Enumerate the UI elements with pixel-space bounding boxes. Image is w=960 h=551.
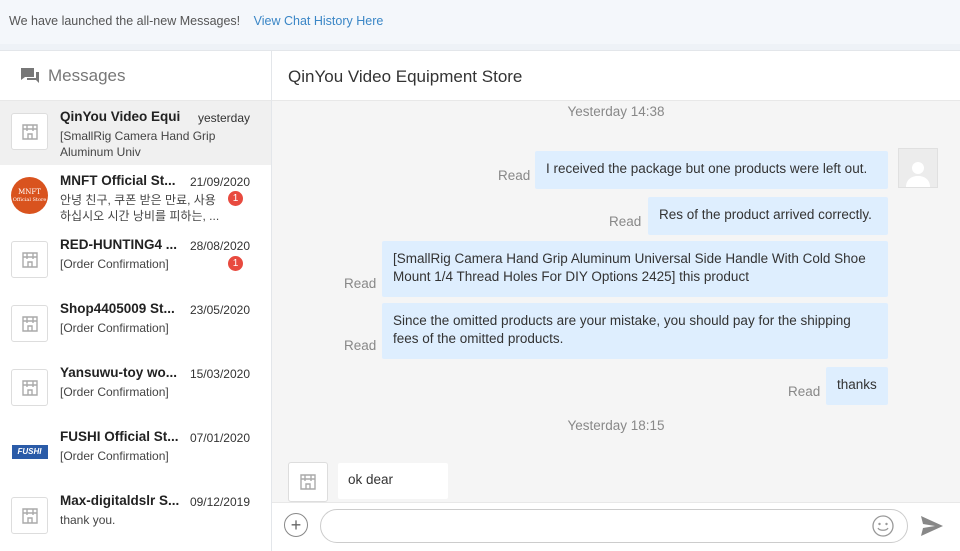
conversation-date: 23/05/2020 <box>189 303 250 317</box>
read-receipt: Read <box>609 214 642 229</box>
conversation-name: MNFT Official St... <box>60 173 176 188</box>
store-icon <box>288 462 328 502</box>
emoji-icon[interactable] <box>872 515 894 537</box>
message-timestamp: Yesterday 14:38 <box>567 104 665 119</box>
mnft-logo-sub: Official Store <box>12 196 47 203</box>
conversation-preview: [Order Confirmation] <box>60 449 169 463</box>
outgoing-message: Since the omitted products are your mist… <box>382 303 888 359</box>
send-icon[interactable] <box>920 515 944 537</box>
message-composer: + <box>272 502 960 551</box>
store-icon <box>11 241 48 278</box>
conversation-name: Max-digitaldslr S... <box>60 493 180 508</box>
message-timestamp: Yesterday 18:15 <box>567 418 665 433</box>
chat-pane: QinYou Video Equipment Store Yesterday 1… <box>272 51 960 551</box>
outgoing-message: Res of the product arrived correctly. <box>648 197 888 235</box>
read-receipt: Read <box>498 168 531 183</box>
store-icon <box>11 113 48 150</box>
messages-app: Messages QinYou Video Equi... yesterday … <box>0 50 960 551</box>
conversation-name: QinYou Video Equi... <box>60 109 180 124</box>
chat-title: QinYou Video Equipment Store <box>272 51 960 101</box>
sidebar-title: Messages <box>48 65 126 85</box>
conversation-item[interactable]: Max-digitaldslr S... 09/12/2019 thank yo… <box>0 485 271 549</box>
mnft-logo-text: MNFT <box>18 187 41 196</box>
mnft-logo: MNFT Official Store <box>11 177 48 214</box>
conversation-date: yesterday <box>197 111 250 125</box>
conversation-preview: [Order Confirmation] <box>60 257 169 271</box>
conversation-name: Shop4405009 St... <box>60 301 175 316</box>
chat-history-link[interactable]: View Chat History Here <box>254 14 384 28</box>
conversation-date: 15/03/2020 <box>189 367 250 381</box>
conversation-item[interactable]: RED-HUNTING4 ... 28/08/2020 [Order Confi… <box>0 229 271 293</box>
user-avatar-icon <box>898 148 938 188</box>
conversation-preview: 안녕 친구, 쿠폰 받은 만료, 사용하십시오 시간 낭비를 피하는, ... <box>60 193 220 223</box>
announcement-banner: We have launched the all-new Messages! V… <box>0 0 960 44</box>
conversation-preview: [Order Confirmation] <box>60 385 169 399</box>
banner-text: We have launched the all-new Messages! <box>9 14 241 28</box>
conversation-preview: thank you. <box>60 513 116 527</box>
read-receipt: Read <box>344 338 377 353</box>
unread-badge: 1 <box>228 256 243 271</box>
store-icon <box>11 497 48 534</box>
conversation-preview: [SmallRig Camera Hand Grip Aluminum Univ <box>60 129 216 159</box>
sidebar-header: Messages <box>0 51 271 101</box>
outgoing-message: I received the package but one products … <box>535 151 888 189</box>
conversation-date: 21/09/2020 <box>189 175 250 189</box>
conversation-item[interactable]: FUSHI FUSHI Official St... 07/01/2020 [O… <box>0 421 271 485</box>
fushi-logo-text: FUSHI <box>11 444 48 459</box>
store-icon <box>11 305 48 342</box>
conversation-item[interactable]: Yansuwu-toy wo... 15/03/2020 [Order Conf… <box>0 357 271 421</box>
store-icon <box>11 369 48 406</box>
outgoing-message: [SmallRig Camera Hand Grip Aluminum Univ… <box>382 241 888 297</box>
conversation-preview: [Order Confirmation] <box>60 321 169 335</box>
read-receipt: Read <box>788 384 821 399</box>
conversation-item[interactable]: QinYou Video Equi... yesterday [SmallRig… <box>0 101 271 165</box>
conversation-name: Yansuwu-toy wo... <box>60 365 178 380</box>
conversation-date: 28/08/2020 <box>189 239 250 253</box>
outgoing-message: thanks <box>826 367 888 405</box>
fushi-logo: FUSHI <box>11 433 48 470</box>
conversation-date: 09/12/2019 <box>189 495 250 509</box>
plus-icon[interactable]: + <box>284 513 308 537</box>
conversation-name: FUSHI Official St... <box>60 429 179 444</box>
conversation-sidebar: Messages QinYou Video Equi... yesterday … <box>0 51 272 551</box>
conversation-item[interactable]: Shop4405009 St... 23/05/2020 [Order Conf… <box>0 293 271 357</box>
chat-bubbles-icon <box>21 67 39 83</box>
unread-badge: 1 <box>228 191 243 206</box>
conversation-date: 07/01/2020 <box>189 431 250 445</box>
conversation-name: RED-HUNTING4 ... <box>60 237 178 252</box>
conversation-item[interactable]: MNFT Official Store MNFT Official St... … <box>0 165 271 229</box>
incoming-message: ok dear <box>338 463 448 499</box>
message-input[interactable] <box>320 509 908 543</box>
read-receipt: Read <box>344 276 377 291</box>
